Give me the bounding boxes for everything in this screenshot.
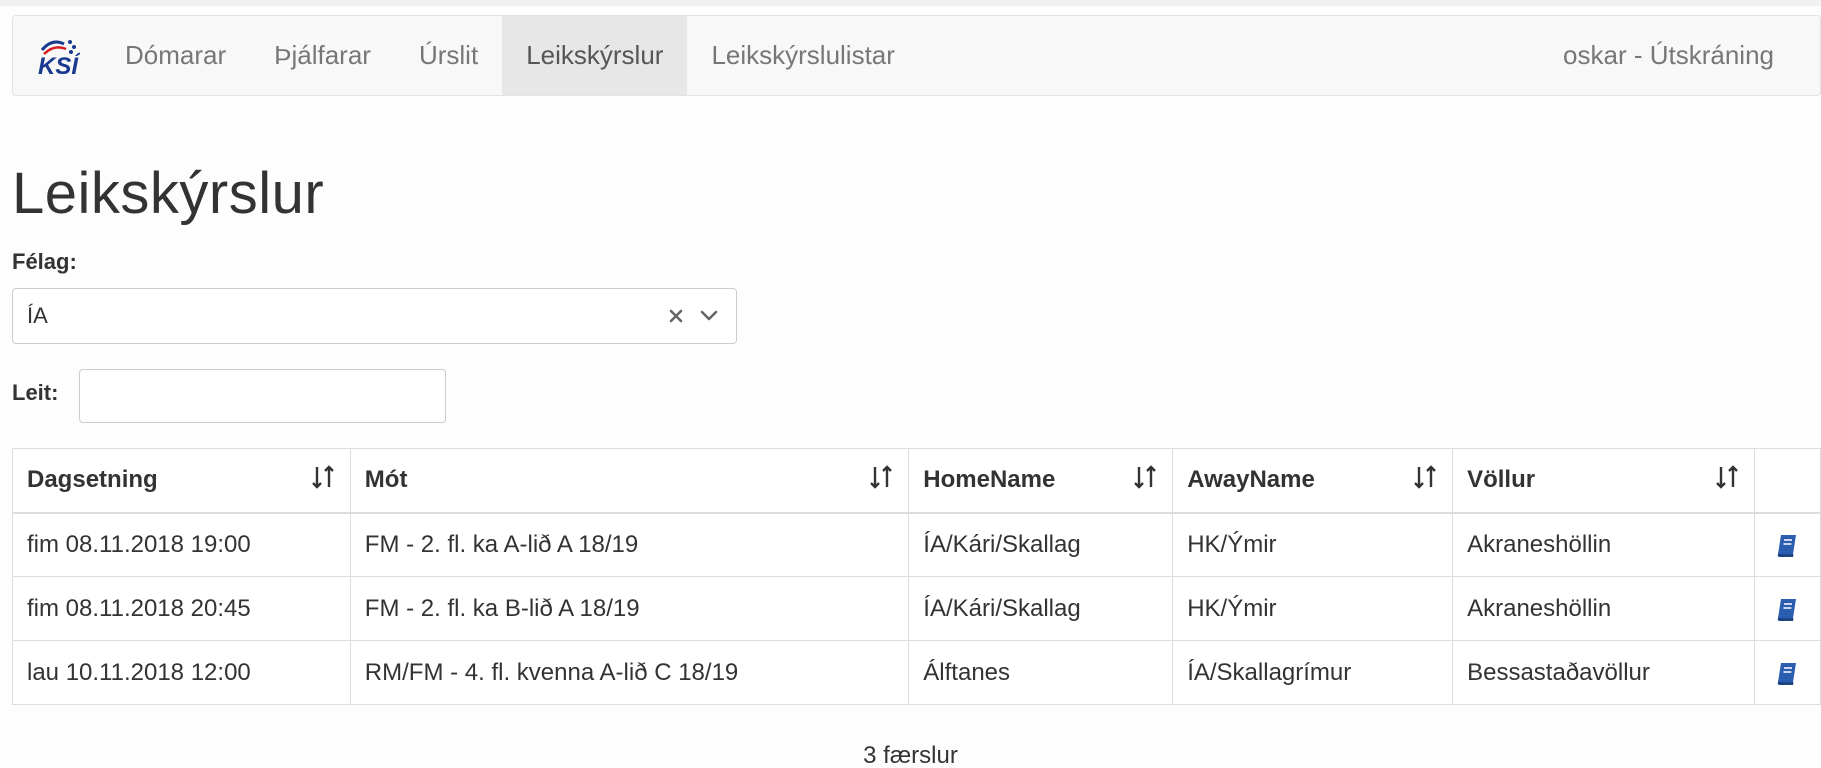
sort-icon (1414, 465, 1436, 489)
sort-icon (1134, 465, 1157, 489)
sort-icon (1716, 465, 1738, 489)
clear-icon[interactable] (664, 304, 688, 328)
table-row[interactable]: lau 10.11.2018 12:00 RM/FM - 4. fl. kven… (12, 640, 1821, 705)
ksi-logo-icon: KSÍ (38, 39, 80, 78)
cell-vollur: Akraneshöllin (1452, 576, 1755, 641)
search-input[interactable] (79, 369, 446, 423)
book-icon (1778, 663, 1797, 686)
column-header-actions (1753, 448, 1821, 514)
nav-urslit[interactable]: Úrslit (395, 16, 502, 95)
felag-selected-value: ÍA (27, 303, 48, 328)
page-title: Leikskýrslur (12, 161, 325, 226)
top-navbar: KSÍ Dómarar Þjálfarar Úrslit Leikskýrslu… (12, 15, 1821, 96)
chevron-down-icon[interactable] (696, 304, 722, 328)
nav-domarar[interactable]: Dómarar (101, 16, 250, 95)
cell-dagsetning: lau 10.11.2018 12:00 (12, 640, 351, 705)
cell-awayname: HK/Ýmir (1172, 576, 1454, 641)
nav-leikskyrslulistar[interactable]: Leikskýrslulistar (687, 16, 919, 95)
open-report-button[interactable] (1753, 576, 1821, 641)
sort-icon (311, 465, 334, 489)
column-header-mot[interactable]: Mót (349, 448, 910, 514)
cell-homename: Álftanes (908, 640, 1174, 705)
cell-vollur: Akraneshöllin (1452, 512, 1755, 577)
table-row[interactable]: fim 08.11.2018 19:00 FM - 2. fl. ka A-li… (12, 512, 1821, 577)
column-header-awayname[interactable]: AwayName (1172, 448, 1454, 514)
cell-homename: ÍA/Kári/Skallag (908, 512, 1174, 577)
sort-icon (870, 465, 893, 489)
felag-label: Félag: (12, 249, 77, 274)
cell-mot: FM - 2. fl. ka A-lið A 18/19 (349, 512, 910, 577)
nav-leikskyrslur[interactable]: Leikskýrslur (502, 16, 688, 95)
svg-text:KSÍ: KSÍ (38, 52, 80, 78)
record-count: 3 færslur (863, 742, 958, 768)
felag-select[interactable]: ÍA (12, 288, 737, 344)
reports-table: Dagsetning Mót HomeName AwayName Völlur (12, 448, 1821, 705)
column-header-dagsetning[interactable]: Dagsetning (12, 448, 351, 514)
open-report-button[interactable] (1753, 512, 1821, 577)
column-header-vollur[interactable]: Völlur (1452, 448, 1755, 514)
ksi-logo[interactable]: KSÍ (13, 16, 101, 95)
open-report-button[interactable] (1753, 640, 1821, 705)
cell-vollur: Bessastaðavöllur (1452, 640, 1755, 705)
table-header-row: Dagsetning Mót HomeName AwayName Völlur (12, 448, 1821, 514)
column-header-label: Völlur (1467, 466, 1536, 494)
cell-dagsetning: fim 08.11.2018 19:00 (12, 512, 351, 577)
column-header-homename[interactable]: HomeName (908, 448, 1174, 514)
column-header-label: Dagsetning (27, 466, 158, 494)
cell-dagsetning: fim 08.11.2018 20:45 (12, 576, 351, 641)
top-strip (0, 0, 1821, 6)
leit-label: Leit: (12, 380, 59, 405)
user-logout-link[interactable]: oskar - Útskráning (1563, 16, 1820, 95)
cell-awayname: HK/Ýmir (1172, 512, 1454, 577)
column-header-label: HomeName (923, 466, 1056, 494)
table-row[interactable]: fim 08.11.2018 20:45 FM - 2. fl. ka B-li… (12, 576, 1821, 641)
cell-awayname: ÍA/Skallagrímur (1172, 640, 1454, 705)
column-header-label: Mót (364, 466, 408, 494)
book-icon (1778, 599, 1797, 622)
cell-mot: FM - 2. fl. ka B-lið A 18/19 (349, 576, 910, 641)
nav-thjalfarar[interactable]: Þjálfarar (250, 16, 395, 95)
book-icon (1778, 535, 1797, 558)
column-header-label: AwayName (1187, 466, 1315, 494)
cell-mot: RM/FM - 4. fl. kvenna A-lið C 18/19 (349, 640, 910, 705)
cell-homename: ÍA/Kári/Skallag (908, 576, 1174, 641)
